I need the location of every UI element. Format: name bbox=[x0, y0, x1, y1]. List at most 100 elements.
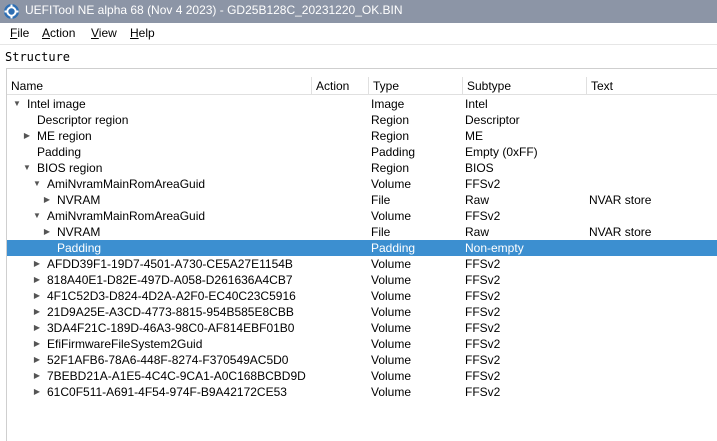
row-subtype: FFSv2 bbox=[465, 257, 501, 271]
row-subtype: FFSv2 bbox=[465, 385, 501, 399]
row-name: BIOS region bbox=[37, 161, 103, 175]
row-type: Volume bbox=[371, 337, 412, 351]
tree-header: Name Action Type Subtype Text bbox=[7, 77, 717, 95]
column-header-subtype[interactable]: Subtype bbox=[463, 77, 587, 95]
triangle-right-icon[interactable]: ▶ bbox=[32, 368, 42, 384]
tree-row[interactable]: ▶ ME region Region ME bbox=[7, 128, 717, 144]
triangle-right-icon[interactable]: ▶ bbox=[32, 336, 42, 352]
row-type: Region bbox=[371, 113, 410, 127]
row-name: AFDD39F1-19D7-4501-A730-CE5A27E1154B bbox=[47, 257, 293, 271]
menu-view[interactable]: View bbox=[91, 26, 117, 40]
row-name: Descriptor region bbox=[37, 113, 129, 127]
row-type: Volume bbox=[371, 353, 412, 367]
tree-row[interactable]: ▶ 52F1AFB6-78A6-448F-8274-F370549AC5D0 Vol… bbox=[7, 352, 717, 368]
window-title: UEFITool NE alpha 68 (Nov 4 2023) - GD25… bbox=[25, 3, 403, 17]
structure-tree[interactable]: Name Action Type Subtype Text ▼ Intel ima… bbox=[6, 68, 717, 441]
row-type: Volume bbox=[371, 209, 412, 223]
triangle-right-icon[interactable]: ▶ bbox=[32, 384, 42, 400]
triangle-down-icon[interactable]: ▼ bbox=[32, 208, 42, 224]
row-type: Volume bbox=[371, 273, 412, 287]
row-type: Volume bbox=[371, 177, 412, 191]
row-subtype: FFSv2 bbox=[465, 289, 501, 303]
row-name: 21D9A25E-A3CD-4773-8815-954B585E8CBB bbox=[47, 305, 294, 319]
row-type: File bbox=[371, 193, 391, 207]
menu-action[interactable]: Action bbox=[42, 26, 75, 40]
triangle-down-icon[interactable]: ▼ bbox=[32, 176, 42, 192]
tree-row[interactable]: Padding Padding Non-empty bbox=[7, 240, 717, 256]
row-subtype: FFSv2 bbox=[465, 321, 501, 335]
tree-row[interactable]: ▶ 7BEBD21A-A1E5-4C4C-9CA1-A0C168BCBD9D Vol… bbox=[7, 368, 717, 384]
row-subtype: ME bbox=[465, 129, 483, 143]
row-name: AmiNvramMainRomAreaGuid bbox=[47, 209, 206, 223]
menu-file[interactable]: File bbox=[10, 26, 29, 40]
row-subtype: FFSv2 bbox=[465, 273, 501, 287]
row-subtype: FFSv2 bbox=[465, 305, 501, 319]
triangle-right-icon[interactable]: ▶ bbox=[22, 128, 32, 144]
row-name: NVRAM bbox=[57, 225, 101, 239]
row-subtype: FFSv2 bbox=[465, 369, 501, 383]
row-subtype: FFSv2 bbox=[465, 353, 501, 367]
row-type: Volume bbox=[371, 369, 412, 383]
row-subtype: Descriptor bbox=[465, 113, 520, 127]
row-type: Volume bbox=[371, 305, 412, 319]
row-subtype: FFSv2 bbox=[465, 177, 501, 191]
row-name: Padding bbox=[57, 241, 102, 255]
triangle-right-icon[interactable]: ▶ bbox=[32, 288, 42, 304]
tree-row[interactable]: ▶ NVRAM File Raw NVAR store bbox=[7, 192, 717, 208]
row-type: Image bbox=[371, 97, 405, 111]
column-header-action[interactable]: Action bbox=[312, 77, 369, 95]
tree-row[interactable]: ▶ 3DA4F21C-189D-46A3-98C0-AF814EBF01B0 Vol… bbox=[7, 320, 717, 336]
tree-row[interactable]: ▶ 21D9A25E-A3CD-4773-8815-954B585E8CBB Vol… bbox=[7, 304, 717, 320]
triangle-down-icon[interactable]: ▼ bbox=[12, 96, 22, 112]
triangle-down-icon[interactable]: ▼ bbox=[22, 160, 32, 176]
row-type: Padding bbox=[371, 241, 416, 255]
tree-row[interactable]: ▶ NVRAM File Raw NVAR store bbox=[7, 224, 717, 240]
tree-row[interactable]: ▶ EfiFirmwareFileSystem2Guid Volume FFSv2 bbox=[7, 336, 717, 352]
tree-row[interactable]: ▶ 818A40E1-D82E-497D-A058-D261636A4CB7 Vol… bbox=[7, 272, 717, 288]
triangle-right-icon[interactable]: ▶ bbox=[42, 224, 52, 240]
structure-dock-title: Structure bbox=[5, 50, 71, 64]
tree-row[interactable]: ▶ AFDD39F1-19D7-4501-A730-CE5A27E1154B Vol… bbox=[7, 256, 717, 272]
triangle-right-icon[interactable]: ▶ bbox=[42, 192, 52, 208]
column-header-name[interactable]: Name bbox=[7, 77, 312, 95]
tree-row[interactable]: ▼ AmiNvramMainRomAreaGuid Volume FFSv2 bbox=[7, 208, 717, 224]
row-name: 7BEBD21A-A1E5-4C4C-9CA1-A0C168BCBD9D bbox=[47, 369, 306, 383]
tree-row[interactable]: ▼ BIOS region Region BIOS bbox=[7, 160, 717, 176]
column-header-text[interactable]: Text bbox=[587, 77, 717, 95]
triangle-right-icon[interactable]: ▶ bbox=[32, 352, 42, 368]
row-name: EfiFirmwareFileSystem2Guid bbox=[47, 337, 203, 351]
tree-row[interactable]: Descriptor region Region Descriptor bbox=[7, 112, 717, 128]
menu-bar: File Action View Help bbox=[0, 23, 717, 44]
row-name: 52F1AFB6-78A6-448F-8274-F370549AC5D0 bbox=[47, 353, 289, 367]
row-name: 3DA4F21C-189D-46A3-98C0-AF814EBF01B0 bbox=[47, 321, 295, 335]
column-header-type[interactable]: Type bbox=[369, 77, 463, 95]
row-subtype: BIOS bbox=[465, 161, 494, 175]
tree-row[interactable]: ▶ 4F1C52D3-D824-4D2A-A2F0-EC40C23C5916 Vol… bbox=[7, 288, 717, 304]
row-subtype: Non-empty bbox=[465, 241, 524, 255]
row-name: 4F1C52D3-D824-4D2A-A2F0-EC40C23C5916 bbox=[47, 289, 296, 303]
triangle-right-icon[interactable]: ▶ bbox=[32, 320, 42, 336]
row-type: Volume bbox=[371, 321, 412, 335]
row-subtype: FFSv2 bbox=[465, 209, 501, 223]
row-type: Region bbox=[371, 161, 410, 175]
row-name: 818A40E1-D82E-497D-A058-D261636A4CB7 bbox=[47, 273, 293, 287]
row-subtype: Raw bbox=[465, 193, 490, 207]
tree-row[interactable]: ▼ Intel image Image Intel bbox=[7, 96, 717, 112]
row-name: Padding bbox=[37, 145, 82, 159]
menu-separator bbox=[0, 44, 717, 45]
row-type: Volume bbox=[371, 257, 412, 271]
triangle-right-icon[interactable]: ▶ bbox=[32, 272, 42, 288]
row-name: 61C0F511-A691-4F54-974F-B9A42172CE53 bbox=[47, 385, 287, 399]
triangle-right-icon[interactable]: ▶ bbox=[32, 304, 42, 320]
row-type: File bbox=[371, 225, 391, 239]
title-bar[interactable]: UEFITool NE alpha 68 (Nov 4 2023) - GD25… bbox=[0, 0, 717, 23]
tree-row[interactable]: Padding Padding Empty (0xFF) bbox=[7, 144, 717, 160]
tree-row[interactable]: ▼ AmiNvramMainRomAreaGuid Volume FFSv2 bbox=[7, 176, 717, 192]
row-type: Volume bbox=[371, 385, 412, 399]
row-subtype: Empty (0xFF) bbox=[465, 145, 538, 159]
row-name: ME region bbox=[37, 129, 92, 143]
menu-help[interactable]: Help bbox=[130, 26, 155, 40]
row-text: NVAR store bbox=[589, 193, 652, 207]
triangle-right-icon[interactable]: ▶ bbox=[32, 256, 42, 272]
tree-row[interactable]: ▶ 61C0F511-A691-4F54-974F-B9A42172CE53 Vol… bbox=[7, 384, 717, 400]
